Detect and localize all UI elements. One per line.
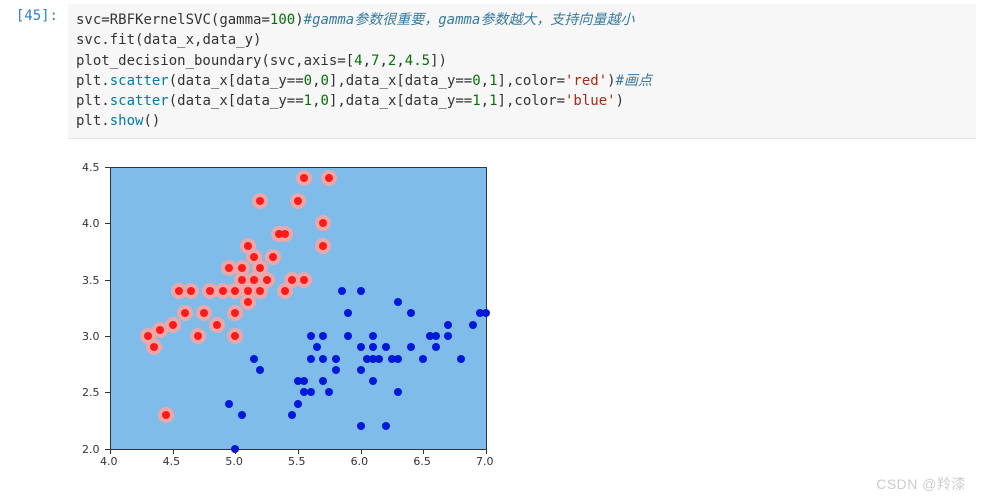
scatter-point-red [238, 264, 246, 272]
axis-spine [486, 167, 487, 449]
x-tick-label: 5.0 [225, 455, 243, 468]
scatter-point-red [263, 276, 271, 284]
y-tick [105, 280, 110, 281]
y-tick-label: 3.5 [82, 274, 104, 287]
code-line-3: plot_decision_boundary(svc,axis=[4,7,2,4… [76, 51, 968, 71]
scatter-point-blue [319, 355, 327, 363]
x-tick [361, 449, 362, 454]
scatter-point-blue [319, 332, 327, 340]
scatter-point-blue [307, 332, 315, 340]
scatter-point-blue [250, 355, 258, 363]
scatter-point-blue [332, 355, 340, 363]
scatter-point-red [244, 287, 252, 295]
scatter-point-blue [288, 411, 296, 419]
x-tick [486, 449, 487, 454]
scatter-point-blue [382, 343, 390, 351]
y-tick [105, 336, 110, 337]
y-tick [105, 449, 110, 450]
scatter-point-red [169, 321, 177, 329]
scatter-point-blue [332, 366, 340, 374]
scatter-point-blue [375, 355, 383, 363]
scatter-point-red [244, 298, 252, 306]
scatter-point-blue [307, 388, 315, 396]
code-input[interactable]: svc=RBFKernelSVC(gamma=100)#gamma参数很重要，g… [68, 4, 976, 139]
y-tick-label: 2.5 [82, 386, 104, 399]
scatter-point-red [219, 287, 227, 295]
scatter-point-red [256, 197, 264, 205]
code-line-1: svc=RBFKernelSVC(gamma=100)#gamma参数很重要，g… [76, 10, 968, 30]
y-tick-label: 2.0 [82, 443, 104, 456]
scatter-point-blue [432, 332, 440, 340]
code-line-2: svc.fit(data_x,data_y) [76, 30, 968, 50]
x-tick [110, 449, 111, 454]
cell-prompt: [45]: [8, 4, 68, 24]
code-line-4: plt.scatter(data_x[data_y==0,0],data_x[d… [76, 71, 968, 91]
scatter-point-red [244, 242, 252, 250]
scatter-point-blue [307, 355, 315, 363]
scatter-point-red [250, 276, 258, 284]
scatter-point-blue [482, 309, 490, 317]
x-tick-label: 6.5 [413, 455, 431, 468]
scatter-point-red [319, 242, 327, 250]
x-tick-label: 5.5 [288, 455, 306, 468]
scatter-point-blue [225, 400, 233, 408]
scatter-point-red [175, 287, 183, 295]
scatter-point-blue [457, 355, 465, 363]
code-cell: [45]: svc=RBFKernelSVC(gamma=100)#gamma参… [0, 0, 984, 151]
y-tick [105, 392, 110, 393]
scatter-point-red [144, 332, 152, 340]
x-tick-label: 7.0 [476, 455, 494, 468]
x-tick-label: 4.5 [163, 455, 181, 468]
code-line-6: plt.show() [76, 111, 968, 131]
y-tick [105, 223, 110, 224]
y-tick [105, 167, 110, 168]
y-tick-label: 3.0 [82, 330, 104, 343]
scatter-point-blue [357, 422, 365, 430]
axis-spine [110, 167, 486, 168]
axis-spine [110, 167, 111, 449]
scatter-point-red [194, 332, 202, 340]
scatter-point-blue [382, 422, 390, 430]
scatter-point-blue [394, 355, 402, 363]
scatter-point-blue [357, 287, 365, 295]
scatter-point-blue [238, 411, 246, 419]
scatter-point-red [213, 321, 221, 329]
scatter-point-blue [338, 287, 346, 295]
scatter-point-blue [294, 400, 302, 408]
x-tick-label: 4.0 [100, 455, 118, 468]
watermark: CSDN @羚漆 [876, 474, 966, 494]
scatter-point-blue [231, 445, 239, 453]
x-tick [423, 449, 424, 454]
scatter-point-blue [419, 355, 427, 363]
scatter-point-blue [357, 343, 365, 351]
y-tick-label: 4.0 [82, 217, 104, 230]
x-tick [298, 449, 299, 454]
scatter-point-red [288, 276, 296, 284]
scatter-point-red [294, 197, 302, 205]
plot-output: 4.0 4.5 5.0 5.5 6.0 6.5 7.0 2.0 2.5 3.0 3.5 4.0 4.5 [68, 157, 498, 477]
scatter-point-red [300, 276, 308, 284]
x-tick-label: 6.0 [351, 455, 369, 468]
y-tick-label: 4.5 [82, 161, 104, 174]
scatter-point-red [269, 253, 277, 261]
scatter-point-red [238, 276, 246, 284]
code-line-5: plt.scatter(data_x[data_y==1,0],data_x[d… [76, 91, 968, 111]
scatter-point-blue [357, 366, 365, 374]
x-tick [173, 449, 174, 454]
